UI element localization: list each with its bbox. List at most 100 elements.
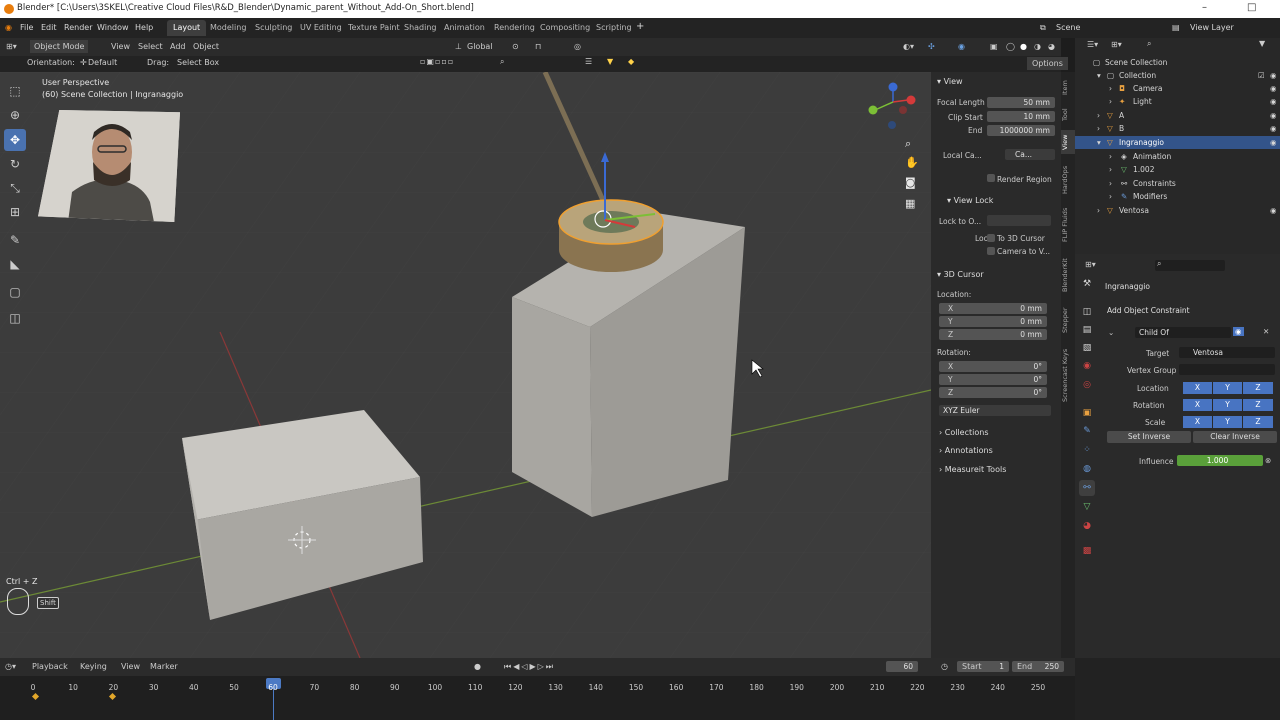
gizmo-icon[interactable]: ✣ — [928, 42, 935, 51]
output-tab-icon[interactable]: ▤ — [1079, 322, 1095, 338]
current-frame-field[interactable]: 60 — [886, 661, 918, 672]
rotation-x-toggle[interactable]: X — [1183, 399, 1212, 411]
focal-length-field[interactable]: 50 mm — [987, 97, 1055, 108]
tab-sculpting[interactable]: Sculpting — [249, 20, 298, 36]
ortho-toggle-icon[interactable]: ▦ — [905, 197, 915, 210]
constraint-expand-icon[interactable]: ⌄ — [1108, 328, 1114, 337]
outliner-row[interactable]: ▢ Scene Collection — [1075, 56, 1280, 69]
camera-view-icon[interactable]: ◙ — [905, 176, 916, 189]
lock-to-object-field[interactable] — [987, 215, 1051, 226]
tool-tab-icon[interactable]: ⚒ — [1079, 276, 1095, 292]
influence-reset-icon[interactable]: ⊗ — [1265, 456, 1271, 465]
menu-edit[interactable]: Edit — [41, 23, 57, 32]
cursor-loc-z-field[interactable]: 0 mm — [939, 329, 1047, 340]
proportional-edit-icon[interactable]: ◎ — [574, 42, 581, 51]
menu-object[interactable]: Object — [193, 42, 219, 51]
tab-layout[interactable]: Layout — [167, 20, 207, 36]
clip-end-field[interactable]: 1000000 mm — [987, 125, 1055, 136]
cursor-loc-y-field[interactable]: 0 mm — [939, 316, 1047, 327]
scene-tab-icon[interactable]: ◉ — [1079, 358, 1095, 374]
tab-hardops[interactable]: HardOps — [1061, 162, 1075, 198]
outliner-row[interactable]: › ✎ Modifiers — [1075, 190, 1280, 203]
location-x-toggle[interactable]: X — [1183, 382, 1212, 394]
lock-3d-cursor-checkbox[interactable] — [987, 234, 995, 242]
tab-scripting[interactable]: Scripting — [590, 20, 638, 36]
render-region-checkbox[interactable] — [987, 174, 995, 182]
constraint-name-field[interactable]: Child Of — [1135, 327, 1231, 338]
tab-uv-editing[interactable]: UV Editing — [294, 20, 348, 36]
tab-animation[interactable]: Animation — [438, 20, 491, 36]
annotate-tool-icon[interactable]: ✎ — [4, 229, 26, 251]
eye-icon[interactable]: ◉ — [1270, 69, 1277, 82]
cursor-tool-icon[interactable]: ⊕ — [4, 104, 26, 126]
menu-window[interactable]: Window — [97, 23, 129, 32]
maximize-icon[interactable]: □ — [1247, 2, 1256, 13]
constraint-tab-icon[interactable]: ⚯ — [1079, 480, 1095, 496]
options-button[interactable]: Options — [1027, 57, 1068, 70]
snap-icon[interactable]: ⊓ — [535, 42, 541, 51]
vertex-group-field[interactable] — [1179, 364, 1275, 375]
cursor-rot-z-field[interactable]: 0° — [939, 387, 1047, 398]
playback-menu[interactable]: Playback — [32, 662, 68, 671]
select-mode-icons[interactable]: ▫▣▫▫▫ — [420, 57, 454, 66]
transform-tool-icon[interactable]: ⊞ — [4, 201, 26, 223]
add-cube-tool-icon[interactable]: ▢ — [4, 281, 26, 303]
tab-modeling[interactable]: Modeling — [204, 20, 252, 36]
outliner-row[interactable]: › ▽ A ◉ — [1075, 109, 1280, 122]
record-icon[interactable]: ● — [474, 662, 481, 671]
tab-tool[interactable]: Tool — [1061, 104, 1075, 126]
move-tool-icon[interactable]: ✥ — [4, 129, 26, 151]
scene-name[interactable]: Scene — [1056, 23, 1080, 32]
outliner-row[interactable]: › ◈ Animation — [1075, 150, 1280, 163]
collections-section[interactable]: › Collections — [939, 428, 989, 437]
tab-shading[interactable]: Shading — [398, 20, 443, 36]
menu-select[interactable]: Select — [138, 42, 163, 51]
view-lock-header[interactable]: ▾ View Lock — [947, 196, 993, 205]
tab-item[interactable]: Item — [1061, 76, 1075, 100]
add-workspace-icon[interactable]: + — [636, 21, 644, 32]
filter-icon[interactable]: ☰ — [585, 57, 592, 66]
scale-y-toggle[interactable]: Y — [1213, 416, 1242, 428]
shading-material-icon[interactable]: ◑ — [1034, 42, 1041, 51]
menu-view[interactable]: View — [111, 42, 130, 51]
tab-stepper[interactable]: Stepper — [1061, 302, 1075, 338]
measureit-section[interactable]: › Measureit Tools — [939, 465, 1006, 474]
outliner-row[interactable]: › ▽ 1.002 — [1075, 163, 1280, 176]
tweak-tool-icon[interactable]: ⬚ — [4, 80, 26, 102]
extra-tool-icon[interactable]: ◫ — [4, 307, 26, 329]
outliner-editor-icon[interactable]: ☰▾ — [1087, 40, 1098, 49]
menu-add[interactable]: Add — [170, 42, 186, 51]
physics-tab-icon[interactable]: ◍ — [1079, 461, 1095, 477]
shading-rendered-icon[interactable]: ◕ — [1048, 42, 1055, 51]
world-tab-icon[interactable]: ◎ — [1079, 377, 1095, 393]
camera-to-view-checkbox[interactable] — [987, 247, 995, 255]
scale-tool-icon[interactable]: ⤡ — [4, 177, 26, 199]
editor-type-icon[interactable]: ⊞▾ — [6, 42, 17, 51]
shading-wireframe-icon[interactable]: ◯ — [1006, 42, 1015, 51]
outliner-row[interactable]: › ◘ Camera ◉ — [1075, 82, 1280, 95]
zoom-icon[interactable]: ⌕ — [905, 137, 911, 151]
tab-blenderkit[interactable]: BlenderKit — [1061, 254, 1075, 296]
eye-icon[interactable]: ◉ — [1270, 109, 1277, 122]
location-z-toggle[interactable]: Z — [1243, 382, 1273, 394]
outliner-row[interactable]: › ▽ B ◉ — [1075, 122, 1280, 135]
checkbox-icon[interactable]: ☑ — [1258, 69, 1265, 82]
location-y-toggle[interactable]: Y — [1213, 382, 1242, 394]
outliner-row[interactable]: ▾ ▢ Collection ☑ ◉ — [1075, 69, 1280, 82]
eye-icon[interactable]: ◉ — [1270, 204, 1277, 217]
rotate-tool-icon[interactable]: ↻ — [4, 153, 26, 175]
timeline-editor-icon[interactable]: ◷▾ — [5, 662, 16, 671]
menu-render[interactable]: Render — [64, 23, 92, 32]
scale-x-toggle[interactable]: X — [1183, 416, 1212, 428]
playback-controls-icons[interactable]: ⏮◀◁▶▷⏭ — [504, 662, 555, 672]
cursor-loc-x-field[interactable]: 0 mm — [939, 303, 1047, 314]
menu-file[interactable]: File — [20, 23, 33, 32]
particles-tab-icon[interactable]: ⁘ — [1079, 442, 1095, 458]
pan-hand-icon[interactable]: ✋ — [905, 156, 919, 169]
modifier-tab-icon[interactable]: ✎ — [1079, 423, 1095, 439]
outliner-row-selected[interactable]: ▾ ▽ Ingranaggio ◉ — [1075, 136, 1280, 149]
tab-view[interactable]: View — [1061, 130, 1075, 154]
texture-tab-icon[interactable]: ▩ — [1079, 543, 1095, 559]
outliner-filter-icon[interactable]: ▼ — [1259, 39, 1265, 48]
outliner-display-mode-icon[interactable]: ⊞▾ — [1111, 40, 1122, 49]
